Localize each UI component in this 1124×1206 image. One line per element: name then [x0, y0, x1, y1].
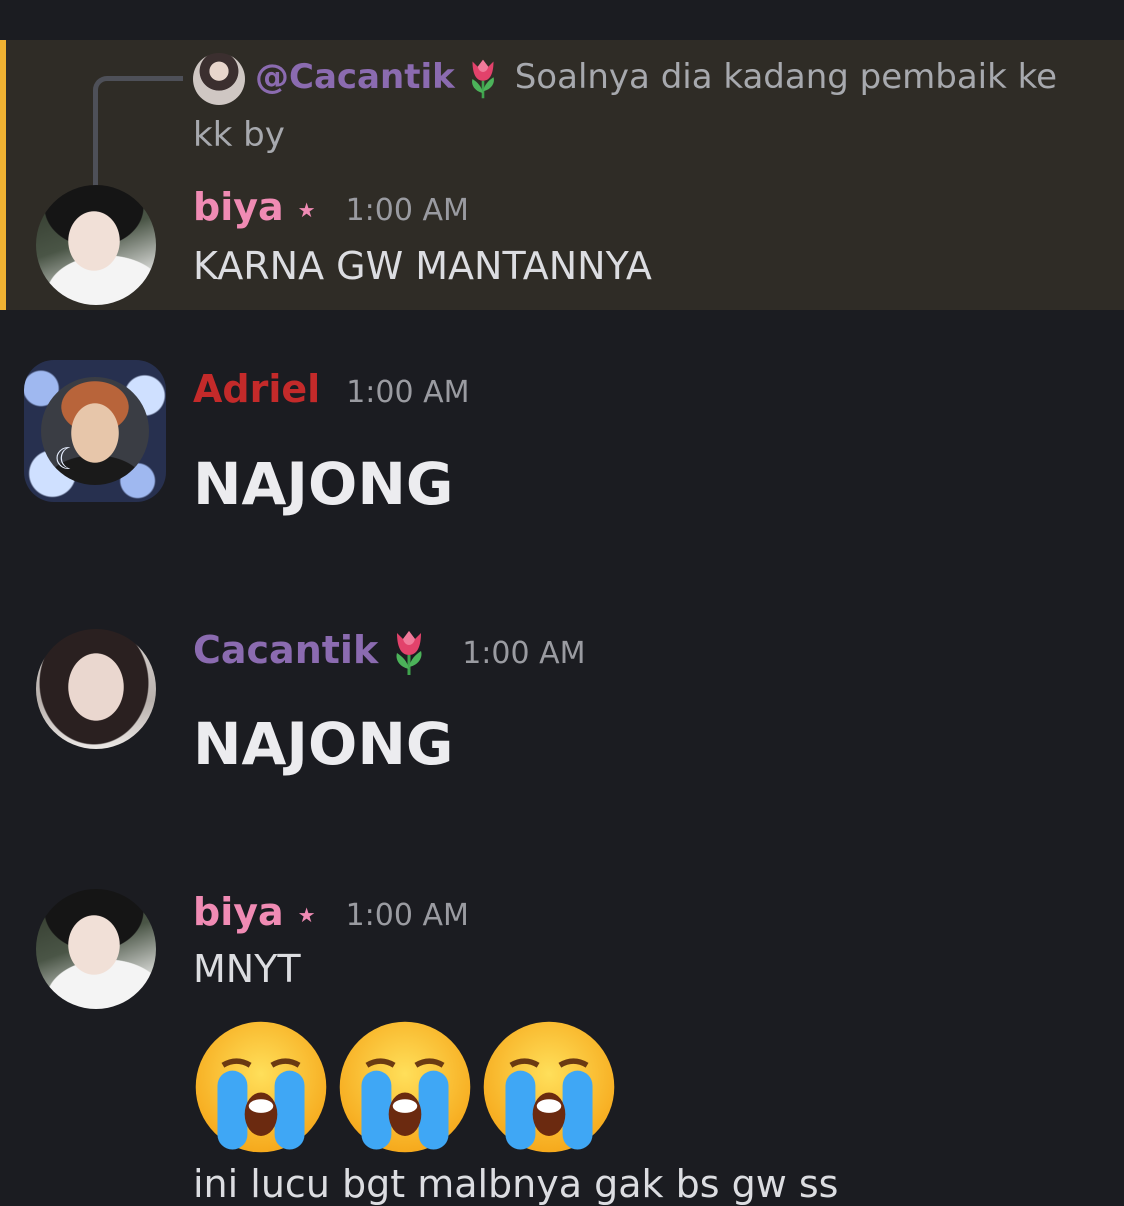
- reply-connector-line: [93, 76, 183, 202]
- mention-highlighted-message[interactable]: @Cacantik Soalnya dia kadang pembaik ke …: [0, 40, 1124, 310]
- loudly-crying-face-icon[interactable]: [193, 1019, 329, 1155]
- reply-avatar[interactable]: [193, 52, 245, 105]
- chat-message-list: @Cacantik Soalnya dia kadang pembaik ke …: [0, 0, 1124, 1206]
- avatar[interactable]: [36, 185, 156, 305]
- username[interactable]: biya: [193, 890, 284, 934]
- avatar[interactable]: [36, 629, 156, 749]
- username[interactable]: Cacantik: [193, 628, 378, 672]
- message-header: Cacantik 1:00 AM: [193, 625, 586, 679]
- loudly-crying-face-icon[interactable]: [337, 1019, 473, 1155]
- emoji-row: [193, 1019, 625, 1155]
- tulip-icon: [471, 59, 494, 98]
- timestamp: 1:00 AM: [462, 636, 586, 671]
- avatar[interactable]: [36, 889, 156, 1009]
- message-header: Adriel 1:00 AM: [193, 364, 470, 418]
- message-content-cutoff: ini lucu bgt malbnya gak bs gw ss: [193, 1162, 839, 1206]
- moon-icon: ☾: [54, 442, 81, 477]
- tulip-icon: [396, 630, 422, 675]
- star-badge-icon: ★: [297, 902, 316, 927]
- message-content: NAJONG: [193, 710, 454, 778]
- reply-preview[interactable]: @Cacantik Soalnya dia kadang pembaik ke …: [193, 48, 1093, 164]
- username[interactable]: Adriel: [193, 367, 320, 411]
- timestamp: 1:00 AM: [345, 898, 469, 933]
- avatar[interactable]: ☾: [24, 360, 166, 502]
- star-badge-icon: ★: [297, 197, 316, 222]
- username[interactable]: biya: [193, 185, 284, 229]
- message-header: biya ★ 1:00 AM: [193, 182, 469, 236]
- timestamp: 1:00 AM: [345, 193, 469, 228]
- message-content: KARNA GW MANTANNYA: [193, 244, 652, 288]
- loudly-crying-face-icon[interactable]: [481, 1019, 617, 1155]
- message-header: biya ★ 1:00 AM: [193, 887, 469, 941]
- message-content: MNYT: [193, 947, 301, 991]
- message-content: NAJONG: [193, 450, 454, 518]
- mention-indicator-bar: [0, 40, 6, 310]
- timestamp: 1:00 AM: [346, 375, 470, 410]
- reply-mention[interactable]: @Cacantik: [255, 57, 455, 97]
